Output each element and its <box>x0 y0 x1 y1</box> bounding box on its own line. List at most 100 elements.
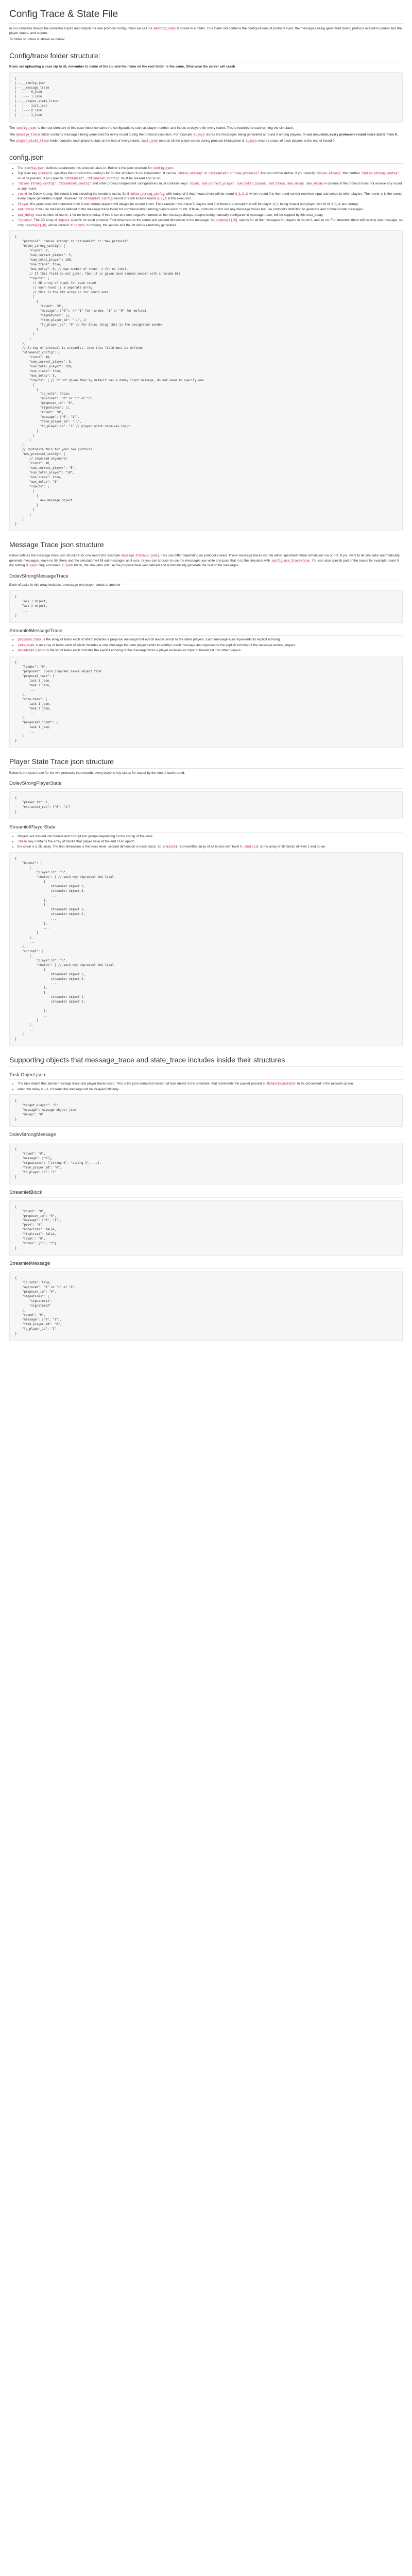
inline-code: dolev_strong_config <box>130 193 165 196</box>
text-run: is missing, the sender and the bit will … <box>85 223 177 227</box>
text-run: max number of round -1 for no limit to d… <box>35 213 323 217</box>
text-run: and other protocol dependent configurati… <box>91 182 190 186</box>
text-run: is the list of tasks each includes the e… <box>45 649 242 653</box>
text-run: blank, the simulator will use the propos… <box>73 564 239 568</box>
text-run: . <box>173 166 175 170</box>
dolev-strong-player-state-heading: DolevStrongPlayerState <box>9 780 403 789</box>
text-run: The 2D array of <box>32 218 58 223</box>
inline-code: max_delay <box>18 213 35 217</box>
list-item: "inputs" The 2D array of inputs specific… <box>18 218 403 228</box>
inline-code: num_total_player <box>236 182 266 186</box>
text-run: with round of 3 that means there will be… <box>165 192 235 196</box>
dolev-strong-player-state-code: { "player_id": 0, "extracted_set": ["0",… <box>9 791 403 819</box>
list-item: when the delay is -1 it means the messag… <box>18 1087 403 1092</box>
bold-text: In our simulator, every protocol's round… <box>302 132 398 137</box>
text-run: defines parameters this protocol takes i… <box>45 166 153 170</box>
inline-code: 0.json <box>193 133 205 137</box>
text-run: The <box>9 126 16 130</box>
streamlet-player-state-code: { "honest": [ { "player_id": "0", "chain… <box>9 852 403 1047</box>
text-run: Players are divided into honest and corr… <box>18 834 153 838</box>
inline-code: num_trace <box>268 182 285 186</box>
config-bullets: The config.json defines parameters this … <box>9 166 403 228</box>
text-run: records all the player states during pro… <box>158 139 246 143</box>
inline-code: 0,1,2,3 <box>234 193 249 196</box>
inline-code: broadcast_input <box>18 649 46 653</box>
inline-code: 1.json <box>61 564 73 568</box>
text-run: IDs generated will increment from 0 and … <box>29 202 273 206</box>
supporting-objects-heading: Supporting objects that message_trace an… <box>9 1055 403 1067</box>
inline-code: 0,1,2 <box>157 197 167 201</box>
inline-code: "dolev_strong_config" <box>18 182 57 186</box>
text-run: Top level key <box>18 172 38 176</box>
inline-code: num_trace <box>18 208 35 212</box>
text-run: In our simulator design the simulator in… <box>9 26 153 30</box>
inline-code: "streamlet_config" <box>58 182 92 186</box>
paragraph: The message_trace folder contains messag… <box>9 132 403 137</box>
inline-code: 1.json <box>245 140 258 143</box>
text-run: must be present. If you specify <box>18 176 64 180</box>
text-run: . <box>304 182 306 186</box>
inline-code: inputs <box>58 219 70 223</box>
inline-code: "streamlet" <box>208 172 229 176</box>
upload-warning: If you are uploading a case zip to UI, r… <box>9 65 235 69</box>
text-run: records states of each players at the en… <box>257 139 336 143</box>
list-item: max_delay max number of round -1 for no … <box>18 213 403 217</box>
inline-code: chain[1] <box>244 845 260 849</box>
streamlet-message-heading: StreamletMessage <box>9 1260 403 1269</box>
config-json-heading: config.json <box>9 152 403 164</box>
inline-code: message_trace <box>16 133 41 137</box>
streamlet-message-trace-bullets: proposal_task is the array of tasks each… <box>9 637 403 653</box>
text-run: key contains the array of blocks that pl… <box>27 840 134 844</box>
streamlet-block-code: { "round": "0", "proposer_id": "0", "mes… <box>9 1200 403 1256</box>
inline-code: "streamlet" <box>63 177 85 180</box>
document: Config Trace & State File In our simulat… <box>0 0 412 1349</box>
text-run: or <box>203 172 208 176</box>
text-run: folder contains each player's state at t… <box>49 139 141 143</box>
text-run: is the root directory of this case folde… <box>37 126 294 130</box>
list-item: chain key contains the array of blocks t… <box>18 839 403 844</box>
text-run: representthe array of all blocks with le… <box>178 845 244 849</box>
inline-code: round <box>18 193 28 196</box>
text-run: if we use messages defined in the messag… <box>35 208 364 212</box>
paragraph: The player_state_trace folder contains e… <box>9 139 403 143</box>
text-run: that you further define. If you specify <box>260 172 316 176</box>
inline-code: "inputs" <box>18 219 33 223</box>
player-state-heading: Player State Trace json structure <box>9 756 403 769</box>
text-run: when the delay is <box>18 1087 45 1091</box>
inline-code: message_trace/0.json <box>121 554 158 558</box>
paragraph: The config.json is the root directory of… <box>9 126 403 130</box>
list-item: The task object that above message trace… <box>18 1081 403 1086</box>
streamlet-message-code: { "is_vote": true, "approved": "0" or "1… <box>9 1272 403 1341</box>
text-run: are corrupt. <box>340 202 359 206</box>
inline-code: player_state_trace <box>16 140 49 143</box>
text-run: must be present and so on. <box>119 176 162 180</box>
inline-code: chain <box>18 840 28 844</box>
page-title: Config Trace & State File <box>9 7 403 24</box>
text-run: is an array of tasks each of which inclu… <box>35 643 297 647</box>
dolev-strong-message-trace-code: [ Task 1 object, Task 2 object, ... ] <box>9 590 403 623</box>
inline-code: num_correct_player <box>201 182 235 186</box>
dolev-strong-message-code: { "round": "0", "message": ["0"], "signa… <box>9 1142 403 1184</box>
text-run: in the execution. <box>166 197 192 201</box>
task-object-bullets: The task object that above message trace… <box>9 1081 403 1092</box>
inline-code: 2,3,4 <box>331 202 341 206</box>
text-run: The <box>9 139 16 143</box>
text-run: to be processed in the network queue. <box>296 1082 354 1086</box>
text-run: , <box>199 182 201 186</box>
streamlet-block-heading: StreamletBlock <box>9 1189 403 1198</box>
folder-tree-code: | |---__config.json |---__message_trace … <box>9 72 403 123</box>
list-item: the chain is a 2D array. The first dimen… <box>18 844 403 849</box>
text-run: is the array of tasks each of which incl… <box>42 638 281 642</box>
text-run: Below defines the message trace json str… <box>9 554 121 558</box>
inline-code: "dolev_strong" <box>177 172 203 176</box>
inline-code: -1 <box>44 1088 49 1091</box>
text-run: folder contains messages being generated… <box>40 132 194 137</box>
folder-note: To folder structure is shown as below: <box>9 38 65 42</box>
text-run: or <box>229 172 234 176</box>
task-object-heading: Task Object json <box>9 1072 403 1080</box>
inline-code: 0.json <box>26 564 38 568</box>
inline-code: config.json <box>16 127 37 130</box>
inline-code: NetworkSimulator <box>266 1082 297 1086</box>
config-json-code: { "protocol": "dolev_strong" or "streaml… <box>9 230 403 532</box>
list-item: proposal_task is the array of tasks each… <box>18 637 403 642</box>
